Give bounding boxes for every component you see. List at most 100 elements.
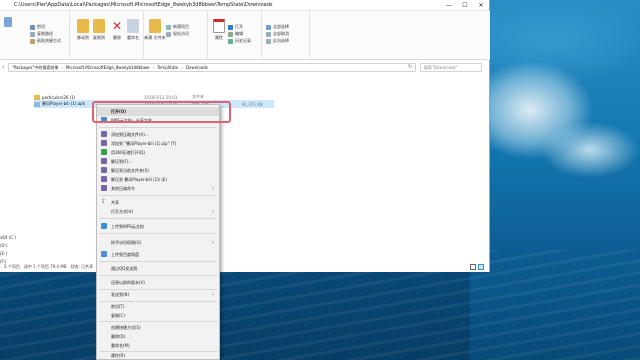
select-none-icon [266,31,271,37]
archive-icon [101,131,107,137]
baidu-cloud-icon [101,251,107,257]
ctx-add-archive[interactable]: 添加到压缩文件(A)... [97,130,219,139]
breadcrumb-downloads[interactable]: Downloads [186,65,208,70]
address-bar-row: › "Packages"中的搜索结果 › Microsoft.MicrosoftE… [0,62,490,73]
extract-icon [101,167,107,173]
breadcrumb-separator: › [152,65,155,70]
ctx-more-compress[interactable]: 其他压缩命令 › [97,184,219,193]
file-name: particulars26 (1) [42,94,76,100]
window-title: C:\Users\Pier\AppData\Local\Packages\Mic… [14,2,273,8]
breadcrumb-search-results[interactable]: "Packages"中的搜索结果 [12,65,58,71]
history-item[interactable]: 历史记录 [228,38,251,44]
ctx-restore-versions[interactable]: 还原以前的版本(V) [97,278,219,287]
title-bar: C:\Users\Pier\AppData\Local\Packages\Mic… [0,0,489,11]
ribbon-clipboard-group: 剪切 复制路径 粘贴快捷方式 [0,11,70,60]
ctx-create-shortcut[interactable]: 创建快捷方式(S) [97,323,219,332]
file-size: 81,371 KB [242,101,263,107]
copy-folder-icon [93,19,105,33]
window-controls: — ☐ ✕ [441,2,489,9]
ctx-delete[interactable]: 删除(D) [97,332,219,341]
chevron-right-icon: › [212,208,214,215]
nav-drive-d[interactable]: (D:) [0,243,8,248]
ctx-extract-folder[interactable]: 解压到 暴风Player-bili (1)\ (E) [97,175,219,184]
open-icon [228,24,233,30]
ctx-cut[interactable]: 剪切(T) [97,302,219,311]
ctx-open-360zip[interactable]: 用360压缩打开(Q) [97,148,219,157]
maximize-button[interactable]: ☐ [457,2,473,9]
nav-drive-c[interactable]: x64 (C:) [0,235,16,240]
invert-selection-item[interactable]: 反向选择 [266,38,289,44]
ctx-extract-to[interactable]: 解压到(F)... [97,157,219,166]
menu-separator [99,233,217,234]
edit-item[interactable]: 编辑 [228,31,243,37]
menu-separator [99,218,217,219]
ctx-extract-here[interactable]: 解压到当前文件夹(X) [97,166,219,175]
large-icons-view-button[interactable] [478,264,484,270]
menu-separator [99,275,217,276]
file-name: 暴风Player-bili (1).apk [42,101,86,106]
extract-icon [101,176,107,182]
details-view-button[interactable] [470,264,476,270]
new-folder-button[interactable]: 新建 文件夹 [144,17,166,41]
ctx-share[interactable]: ⇪ 共享 [97,198,219,207]
navigation-pane: x64 (C:) (D:) (E:) (F:) [0,75,30,264]
new-item-dropdown[interactable]: 新建项目 [166,24,189,30]
breadcrumb-package[interactable]: Microsoft.MicrosoftEdge_8wekyb3d8bbwe [66,65,150,70]
rename-button[interactable]: 重命名 [122,17,144,41]
close-button[interactable]: ✕ [473,2,489,9]
new-item-icon [166,24,171,30]
breadcrumb-tempstate[interactable]: TempState [157,65,178,70]
select-all-item[interactable]: 全部选择 [266,24,289,30]
ctx-properties[interactable]: 属性(R) [97,351,219,360]
status-selected: 选中 1 个项目 79.4 MB [23,264,67,269]
menu-separator [99,321,217,322]
open-dropdown[interactable]: 打开 [228,24,243,30]
ribbon-new-group: 新建 文件夹 新建项目 轻松访问 [144,11,208,60]
menu-separator [99,195,217,196]
copy-path-item[interactable]: 复制路径 [30,31,53,37]
edit-icon [228,31,233,37]
apk-file-icon [34,101,40,107]
history-icon [228,38,233,44]
paste-shortcut-item[interactable]: 粘贴快捷方式 [30,38,61,44]
properties-button[interactable]: 属性 [208,17,230,41]
menu-separator [99,127,217,128]
chevron-right-icon: › [212,185,214,192]
chevron-right-icon: › [212,291,214,298]
status-item-count: 2 个项目 [4,264,20,269]
ctx-copy[interactable]: 复制(C) [97,311,219,320]
easy-access-dropdown[interactable]: 轻松访问 [166,31,189,37]
view-switcher [470,264,484,270]
file-explorer-window: C:\Users\Pier\AppData\Local\Packages\Mic… [0,0,490,272]
share-icon: ⇪ [101,198,107,205]
search-input[interactable]: 搜索"Downloads" [420,63,482,72]
nav-drive-e[interactable]: (E:) [0,251,7,256]
minimize-button[interactable]: — [441,2,457,9]
file-date: 2019/3/12 20:03 [144,94,178,100]
ctx-upload-baidu[interactable]: 上传到百度网盘 [97,250,219,259]
status-bar: 2 个项目 选中 1 个项目 79.4 MB 状态: 已共享 [0,262,490,272]
ctx-rename[interactable]: 重命名(M) [97,341,219,350]
ctx-grant-access[interactable]: 授予访问权限(G) › [97,238,219,247]
address-bar[interactable]: "Packages"中的搜索结果 › Microsoft.MicrosoftEdg… [8,63,416,72]
ctx-open-with[interactable]: 打开方式(H) › [97,207,219,216]
ribbon-select-group: 全部选择 全部取消 反向选择 [262,11,310,60]
easy-access-icon [166,31,171,37]
ctx-upload-wps[interactable]: 上传到WPS云文档 [97,222,219,231]
chevron-right-icon: › [212,239,214,246]
ctx-send-qq[interactable]: 通过QQ发送到 [97,264,219,273]
pin-button[interactable] [2,15,14,29]
ctx-add-zip[interactable]: 添加到 "暴风Player-bili (1).zip" (T) [97,139,219,148]
folder-icon [34,94,40,100]
properties-icon [213,19,225,33]
ribbon-organize-group: 移动到 复制到 ✕ 删除 重命名 [70,11,144,60]
cut-item[interactable]: 剪切 [30,24,45,30]
extract-icon [101,158,107,164]
select-none-item[interactable]: 全部取消 [266,31,289,37]
zip360-icon [101,149,107,155]
scissors-icon [30,24,35,30]
refresh-icon[interactable]: ↻ [408,64,412,70]
menu-separator [99,261,217,262]
ctx-send-to[interactable]: 发送到(N) › [97,290,219,299]
highlight-annotation [92,101,231,123]
